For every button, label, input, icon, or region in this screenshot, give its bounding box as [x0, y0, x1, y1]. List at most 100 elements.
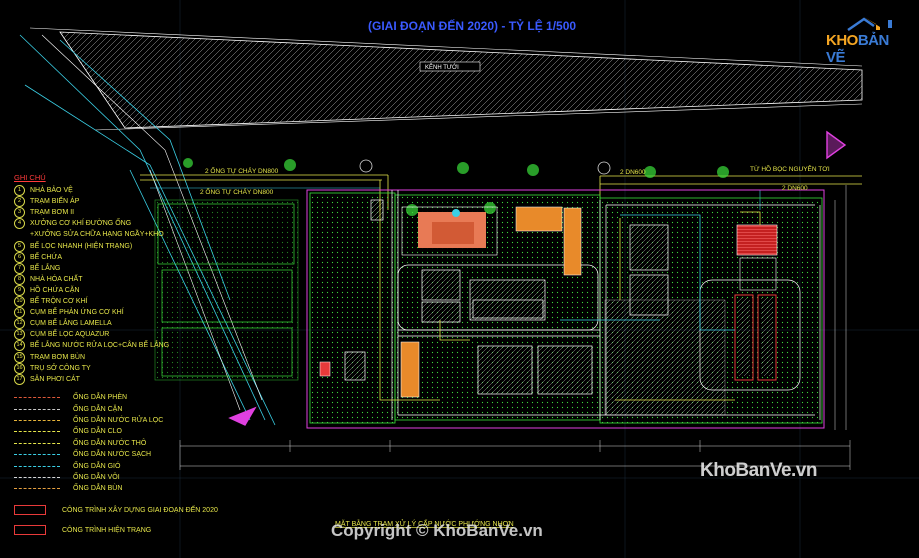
pipe-line-swatch — [14, 397, 60, 399]
legend-item: 8 NHÀ HÓA CHẤT — [14, 273, 314, 285]
legend-item: 14 BỂ LẮNG NƯỚC RỬA LỌC+CÂN BỂ LẮNG — [14, 340, 314, 352]
pipe-legend-item: ỐNG DẪN BÙN — [14, 483, 163, 494]
legend-label: SÂN PHƠI CÁT — [30, 375, 80, 383]
legend-label: NHÀ BẢO VỆ — [30, 187, 73, 195]
pipe-line-swatch — [14, 454, 60, 456]
legend-item: 1 NHÀ BẢO VỆ — [14, 185, 314, 197]
legend-number-badge: 1 — [14, 185, 25, 197]
legend-title: GHI CHÚ — [14, 173, 46, 182]
pipe-line-swatch — [14, 442, 60, 444]
legend-item: +XƯỞNG SỬA CHỮA HẠNG NGẦY+KHO — [14, 229, 314, 240]
pipe-label-4: TỪ HỒ BỌC NGUYÊN TƠI — [750, 163, 830, 173]
pipe-label-5: 2 DN600 — [782, 185, 808, 192]
legend-label: HỒ CHỨA CẶN — [30, 286, 80, 294]
legend-number-badge: 9 — [14, 284, 25, 296]
legend-label: CỤM BỂ LỌC AQUAZUR — [30, 331, 110, 339]
legend-number-badge: 15 — [14, 351, 25, 363]
pipe-legend-item: ỐNG DẪN PHÈN — [14, 392, 163, 403]
legend-item: 6 BỂ CHỨA — [14, 251, 314, 263]
pipe-legend-item: ỐNG DẪN NƯỚC THÔ — [14, 438, 163, 449]
status-legend-item: CÔNG TRÌNH XÂY DỰNG GIAI ĐOẠN ĐẾN 2020 — [14, 500, 218, 520]
pipe-legend-label: ỐNG DẪN CẶN — [73, 405, 123, 413]
pipe-legend-item: ỐNG DẪN GIÓ — [14, 460, 163, 471]
legend-item: 5 BỂ LỌC NHANH (HIỆN TRẠNG) — [14, 240, 314, 252]
pipe-legend-label: ỐNG DẪN NƯỚC SẠCH — [73, 451, 152, 459]
legend-item: 13 CỤM BỂ LỌC AQUAZUR — [14, 329, 314, 341]
legend-number-badge: 16 — [14, 362, 25, 374]
legend-number-badge: 17 — [14, 373, 25, 385]
pipe-legend-item: ỐNG DẪN CLO — [14, 426, 163, 437]
logo-text-a: KHO — [826, 32, 858, 49]
legend-label: BỂ CHỨA — [30, 253, 63, 261]
copyright-watermark: Copyright © KhoBanVe.vn — [331, 521, 543, 540]
top-title: (GIAI ĐOẠN ĐẾN 2020) - TỶ LỆ 1/500 — [368, 18, 576, 33]
legend-label: XƯỞNG CƠ KHÍ ĐƯỜNG ỐNG — [30, 220, 132, 228]
pipe-label-3: 2 DN600 — [620, 169, 646, 176]
pipe-legend-item: ỐNG DẪN NƯỚC SẠCH — [14, 449, 163, 460]
pipe-legend-label: ỐNG DẪN GIÓ — [73, 462, 121, 470]
pipe-line-swatch — [14, 476, 60, 478]
legend-item: 3 TRẠM BƠM II — [14, 207, 314, 219]
status-swatch — [14, 505, 46, 515]
pipe-line-swatch — [14, 431, 60, 433]
status-legend: CÔNG TRÌNH XÂY DỰNG GIAI ĐOẠN ĐẾN 2020 CÔ… — [14, 500, 218, 540]
pipe-line-swatch — [14, 488, 60, 490]
pipe-legend-item: ỐNG DẪN NƯỚC RỬA LỌC — [14, 415, 163, 426]
legend-label: TRẠM BIẾN ÁP — [30, 198, 80, 206]
legend-label: TRỤ SỞ CÔNG TY — [30, 364, 91, 372]
legend-number-badge: 7 — [14, 262, 25, 274]
legend-label: CỤM BỂ LẮNG LAMELLA — [30, 320, 112, 328]
pipe-legend-label: ỐNG DẪN NƯỚC RỬA LỌC — [73, 416, 164, 424]
legend-number-badge: 14 — [14, 340, 25, 352]
pipe-line-swatch — [14, 419, 60, 421]
canal-label: KÊNH TƯỚI — [425, 63, 459, 71]
pipe-legend-label: ỐNG DẪN PHÈN — [73, 394, 128, 402]
paved-area — [604, 299, 726, 416]
legend-item: 15 TRẠM BƠM BÙN — [14, 351, 314, 363]
pipe-legend: ỐNG DẪN PHÈN ỐNG DẪN CẶN ỐNG DẪN NƯỚC RỬA … — [14, 392, 163, 495]
pipe-legend-label: ỐNG DẪN VÔI — [73, 473, 120, 481]
pipe-legend-label: ỐNG DẪN BÙN — [73, 485, 123, 493]
legend-label: +XƯỞNG SỬA CHỮA HẠNG NGẦY+KHO — [30, 231, 164, 239]
legend-number-badge: 10 — [14, 296, 25, 308]
pipe-line-swatch — [14, 408, 60, 410]
legend-item: 7 BỂ LẮNG — [14, 262, 314, 274]
legend-number-badge: 11 — [14, 307, 25, 319]
legend-label: TRẠM BƠM BÙN — [30, 353, 86, 361]
legend-item: 11 CỤM BỂ PHẢN ỨNG CƠ KHÍ — [14, 307, 314, 319]
legend-item: 2 TRẠM BIẾN ÁP — [14, 196, 314, 208]
legend-number-badge: 8 — [14, 273, 25, 285]
legend-label: BỂ LẮNG NƯỚC RỬA LỌC+CÂN BỂ LẮNG — [30, 342, 170, 350]
legend-item: 4 XƯỞNG CƠ KHÍ ĐƯỜNG ỐNG — [14, 218, 314, 230]
legend-label: CỤM BỂ PHẢN ỨNG CƠ KHÍ — [30, 309, 124, 317]
legend-number-badge: 5 — [14, 240, 25, 252]
pipe-legend-label: ỐNG DẪN CLO — [73, 428, 123, 436]
pipe-legend-item: ỐNG DẪN CẶN — [14, 403, 163, 414]
legend-label: BỂ LỌC NHANH (HIỆN TRẠNG) — [30, 242, 133, 250]
legend-label: BỂ LẮNG — [30, 264, 61, 272]
legend-item: 12 CỤM BỂ LẮNG LAMELLA — [14, 318, 314, 330]
legend-number-badge: 2 — [14, 196, 25, 208]
pipe-line-swatch — [14, 465, 60, 467]
pipe-legend-item: ỐNG DẪN VÔI — [14, 472, 163, 483]
site-watermark: KhoBanVe.vn — [700, 460, 817, 481]
legend-label: NHÀ HÓA CHẤT — [30, 275, 83, 283]
canal — [29, 27, 863, 131]
pipe-legend-label: ỐNG DẪN NƯỚC THÔ — [73, 439, 147, 447]
legend-item: 9 HỒ CHỨA CẶN — [14, 284, 314, 296]
legend-number-badge: 3 — [14, 207, 25, 219]
legend-number-badge: 4 — [14, 218, 25, 230]
status-legend-item: CÔNG TRÌNH HIỆN TRẠNG — [14, 520, 218, 540]
legend-number-badge: 6 — [14, 251, 25, 263]
legend-item: 17 SÂN PHƠI CÁT — [14, 373, 314, 385]
status-legend-label: CÔNG TRÌNH XÂY DỰNG GIAI ĐOẠN ĐẾN 2020 — [62, 506, 218, 514]
legend-number-badge: 13 — [14, 329, 25, 341]
status-legend-label: CÔNG TRÌNH HIỆN TRẠNG — [62, 526, 152, 534]
legend-item: 10 BỂ TRỘN CƠ KHÍ — [14, 296, 314, 308]
legend-item: 16 TRỤ SỞ CÔNG TY — [14, 362, 314, 374]
legend-number-badge: 12 — [14, 318, 25, 330]
legend-label: TRẠM BƠM II — [30, 209, 75, 217]
kho-ban-ve-logo: KHOBẢN VẼ — [818, 14, 910, 66]
legend-label: BỂ TRỘN CƠ KHÍ — [30, 298, 88, 306]
status-swatch — [14, 525, 46, 535]
